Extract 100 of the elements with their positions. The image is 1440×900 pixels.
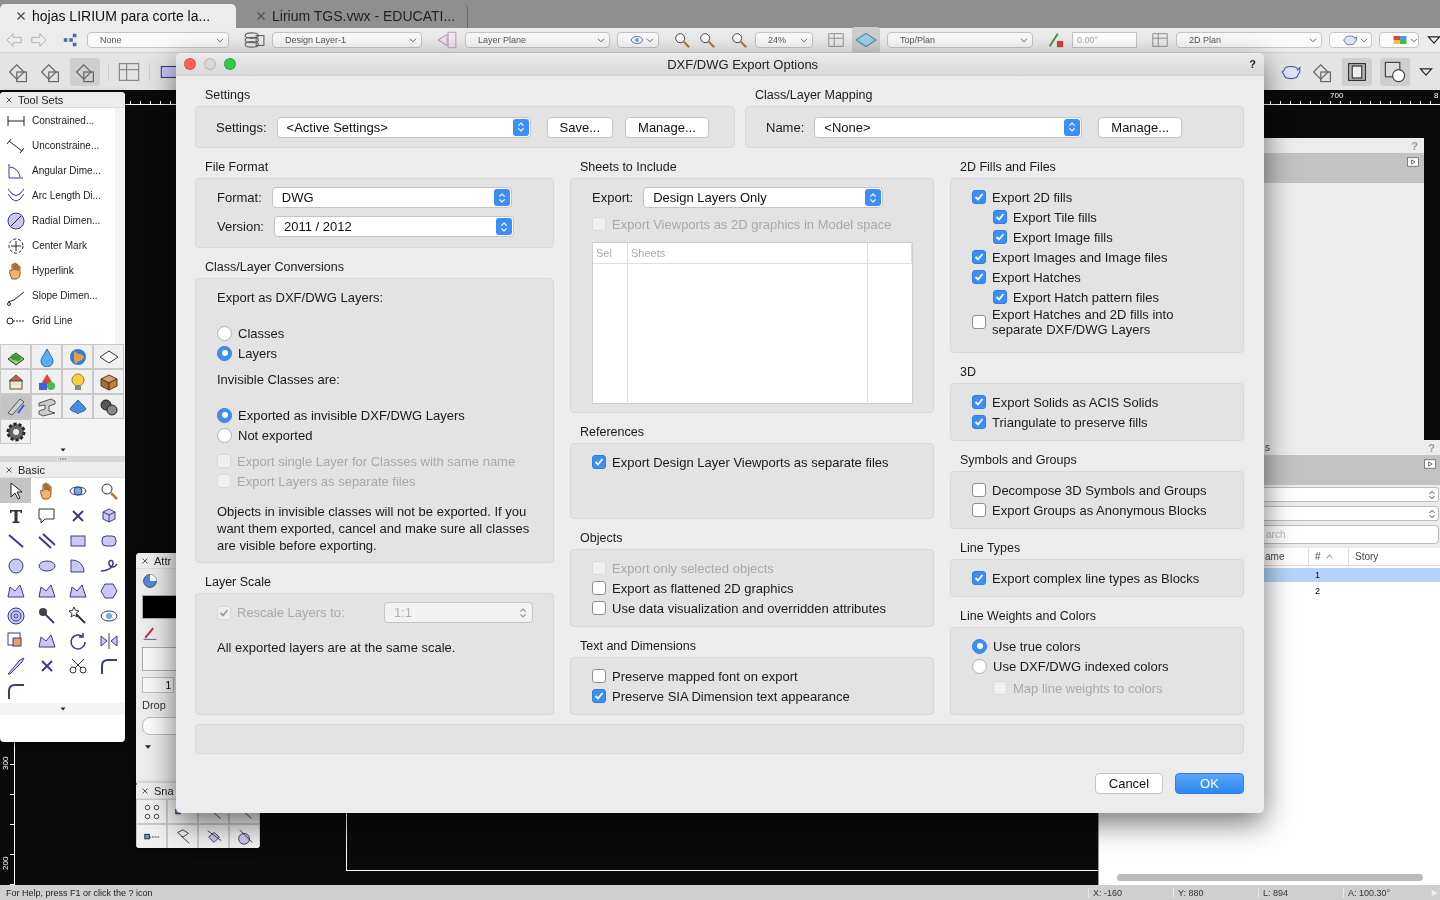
grid-view-icon[interactable] bbox=[827, 31, 845, 49]
tool-list-item[interactable]: Slope Dimen... bbox=[0, 283, 115, 308]
zoom-button[interactable] bbox=[224, 58, 236, 70]
dropdown[interactable]: <None> bbox=[814, 116, 1083, 138]
checkbox[interactable] bbox=[972, 503, 986, 517]
render-dropdown[interactable]: 2D Plan bbox=[1176, 32, 1322, 48]
checkbox-label: Map line weights to colors bbox=[1013, 680, 1163, 696]
teapot-dropdown[interactable] bbox=[1329, 32, 1372, 48]
checkbox-label: Decompose 3D Symbols and Groups bbox=[992, 482, 1207, 498]
section-heading: Class/Layer Conversions bbox=[205, 260, 345, 274]
zoom-field[interactable]: 24% bbox=[755, 32, 813, 48]
checkbox[interactable] bbox=[592, 581, 606, 595]
close-icon[interactable] bbox=[4, 464, 14, 475]
layer-dropdown[interactable]: Design Layer-1 bbox=[272, 32, 422, 48]
dropdown[interactable]: Design Layers Only bbox=[643, 187, 884, 208]
class-dropdown[interactable]: None bbox=[87, 32, 229, 48]
plane-dropdown[interactable]: Layer Plane bbox=[465, 32, 610, 48]
close-button[interactable] bbox=[184, 58, 196, 70]
checkbox[interactable] bbox=[592, 689, 606, 703]
tool-set-button[interactable] bbox=[93, 369, 124, 394]
column-header[interactable]: # bbox=[1309, 548, 1349, 565]
opacity-field[interactable]: 1 bbox=[142, 677, 174, 693]
checkbox[interactable] bbox=[972, 250, 986, 264]
tool-list-item[interactable]: Arc Length Di... bbox=[0, 183, 115, 208]
grid-view-icon[interactable] bbox=[1151, 31, 1169, 49]
view-options-dropdown[interactable] bbox=[617, 32, 659, 48]
checkbox[interactable] bbox=[972, 571, 986, 585]
section-heading: Settings bbox=[205, 88, 252, 102]
gear-icon bbox=[5, 421, 26, 442]
manage-button[interactable]: Manage... bbox=[625, 116, 709, 138]
radio-label: Use DXF/DWG indexed colors bbox=[993, 658, 1169, 674]
checkbox[interactable] bbox=[592, 669, 606, 683]
tool-list-item[interactable]: Unconstraine... bbox=[0, 133, 115, 158]
teapot-icon[interactable] bbox=[1342, 32, 1358, 48]
panel-toggle-icon[interactable] bbox=[1406, 155, 1420, 169]
layers-icon[interactable] bbox=[243, 29, 265, 51]
radio-button[interactable] bbox=[972, 658, 987, 674]
palette-title: Attr bbox=[154, 554, 172, 567]
radio-button[interactable] bbox=[972, 638, 987, 654]
checkbox[interactable] bbox=[993, 290, 1007, 304]
checkbox-label: Export Solids as ACIS Solids bbox=[992, 394, 1159, 410]
snap-grid-icon[interactable] bbox=[142, 802, 161, 821]
tool-list-item[interactable]: Angular Dime... bbox=[0, 158, 115, 183]
tool-set-button[interactable] bbox=[0, 419, 31, 444]
close-icon[interactable] bbox=[4, 94, 14, 105]
checkbox[interactable] bbox=[972, 190, 986, 204]
checkbox[interactable] bbox=[972, 415, 986, 429]
color-wheel-icon[interactable] bbox=[142, 573, 158, 589]
document-tab[interactable]: hojas LIRIUM para corte la... bbox=[0, 4, 236, 28]
dropdown[interactable]: DWG bbox=[271, 187, 512, 208]
checkmark-icon bbox=[594, 691, 604, 701]
cancel-button[interactable]: Cancel bbox=[1095, 773, 1163, 794]
checkbox[interactable] bbox=[592, 455, 606, 469]
tool-list-item[interactable]: Center Mark bbox=[0, 233, 115, 258]
checkbox[interactable] bbox=[993, 230, 1007, 244]
coordinate-readout: X: -160 bbox=[1088, 887, 1173, 898]
dropdown[interactable]: 2011 / 2012 bbox=[274, 216, 514, 237]
tool-list-item[interactable]: Constrained... bbox=[0, 108, 115, 133]
chevron-updown-icon[interactable] bbox=[1426, 507, 1438, 520]
radio-button[interactable] bbox=[217, 407, 232, 423]
close-icon[interactable] bbox=[140, 555, 150, 566]
color-dropdown[interactable] bbox=[1379, 32, 1419, 48]
magnifier-icon[interactable] bbox=[673, 31, 691, 49]
panel-toggle-icon[interactable] bbox=[1423, 457, 1437, 471]
checkbox-label: Export Image fills bbox=[1013, 229, 1113, 245]
checkbox[interactable] bbox=[972, 483, 986, 497]
tool-list-item[interactable]: Grid Line bbox=[0, 308, 115, 333]
snap-tangent-icon[interactable] bbox=[235, 827, 254, 846]
angle-tool-icon[interactable] bbox=[1047, 31, 1065, 49]
help-icon[interactable]: ? bbox=[1249, 58, 1256, 70]
checkbox-label: Export Hatches and 2D fills into separate DXF/DWG Layers bbox=[992, 307, 1175, 337]
tool-set-button[interactable] bbox=[93, 344, 124, 369]
radio-button[interactable] bbox=[217, 427, 232, 443]
checkbox-label: Export Layers as separate files bbox=[237, 473, 416, 489]
checkbox[interactable] bbox=[972, 395, 986, 409]
checkbox[interactable] bbox=[972, 270, 986, 284]
magnifier-icon[interactable] bbox=[698, 31, 716, 49]
tool-set-button[interactable] bbox=[93, 394, 124, 419]
checkbox[interactable] bbox=[972, 315, 986, 329]
field-label: Settings: bbox=[216, 119, 267, 135]
checkbox[interactable] bbox=[993, 210, 1007, 224]
chevron-updown-icon[interactable] bbox=[1426, 488, 1438, 501]
eye-icon[interactable] bbox=[630, 33, 644, 47]
coordinate-readout: L: 894 bbox=[1258, 887, 1343, 898]
label: Drop bbox=[142, 699, 167, 711]
close-icon[interactable] bbox=[140, 785, 150, 796]
tool-list-item[interactable]: Radial Dimen... bbox=[0, 208, 115, 233]
dropdown[interactable]: <Active Settings> bbox=[276, 116, 531, 138]
manage-button[interactable]: Manage... bbox=[1098, 116, 1183, 138]
tool-button[interactable] bbox=[0, 478, 31, 503]
checkbox[interactable] bbox=[592, 601, 606, 615]
palette-title: Tool Sets bbox=[18, 93, 64, 106]
view-dropdown[interactable]: Top/Plan bbox=[887, 32, 1033, 48]
manage-button[interactable]: Save... bbox=[546, 116, 614, 138]
radio-button[interactable] bbox=[217, 345, 232, 361]
magnifier-icon[interactable] bbox=[730, 31, 748, 49]
tool-list-item[interactable]: Hyperlink bbox=[0, 258, 115, 283]
radio-button[interactable] bbox=[217, 325, 232, 341]
column-header[interactable]: Story bbox=[1349, 548, 1440, 565]
pen-icon[interactable] bbox=[142, 625, 158, 641]
